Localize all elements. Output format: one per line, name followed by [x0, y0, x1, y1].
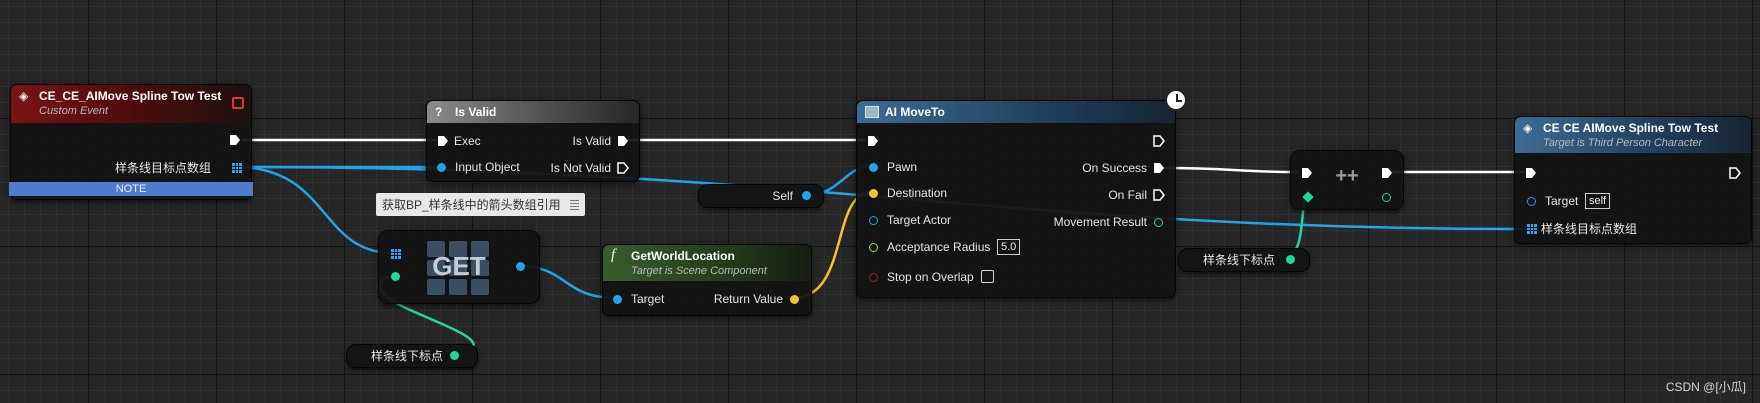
ai-moveto-title: AI MoveTo	[885, 105, 945, 119]
array-pin-icon[interactable]	[232, 163, 242, 173]
target-actor-label: Target Actor	[887, 213, 952, 227]
function-icon: f	[611, 247, 616, 263]
is-valid-header: ? Is Valid	[427, 101, 639, 123]
destination-label: Destination	[887, 186, 948, 200]
self-label: Self	[772, 189, 793, 203]
ce-call-target-field[interactable]: self	[1585, 193, 1611, 209]
ce-call-exec-out[interactable]	[1729, 167, 1741, 179]
gwl-return-label: Return Value	[713, 292, 783, 306]
is-valid-exec-in[interactable]	[437, 135, 449, 147]
array-get-node[interactable]: GET	[378, 230, 540, 304]
ce-call-target-label: Target	[1545, 194, 1579, 208]
get-world-location-subtitle: Target is Scene Component	[631, 265, 767, 277]
is-valid-exec-label: Exec	[454, 134, 481, 148]
on-fail-exec-out[interactable]	[1153, 189, 1165, 201]
delegate-pin[interactable]	[232, 97, 244, 109]
ce-call-array-label: 样条线目标点数组	[1541, 222, 1638, 236]
moveto-exec-in[interactable]	[867, 135, 879, 147]
comment-text: 获取BP_样条线中的箭头数组引用	[382, 198, 561, 212]
custom-event-exec-out[interactable]	[229, 134, 241, 146]
is-not-valid-label: Is Not Valid	[550, 161, 611, 175]
get-index-in-pin[interactable]	[391, 272, 400, 281]
self-node[interactable]: Self	[698, 184, 824, 208]
destination-pin[interactable]	[869, 189, 878, 198]
call-event-icon: ◈	[1523, 121, 1533, 135]
gwl-return-pin[interactable]	[790, 295, 799, 304]
get-world-location-node[interactable]: f GetWorldLocation Target is Scene Compo…	[602, 244, 812, 316]
custom-event-node[interactable]: ◈ CE_CE_AIMove Spline Tow Test Custom Ev…	[9, 84, 253, 200]
comment-pin-icon	[570, 199, 580, 212]
movement-result-label: Movement Result	[1053, 215, 1147, 229]
index-variable-right-pin[interactable]	[1286, 255, 1295, 264]
ce-call-array-pin[interactable]	[1527, 224, 1537, 234]
get-out-pin[interactable]	[516, 262, 525, 271]
self-out-pin[interactable]	[802, 191, 811, 200]
ai-moveto-node[interactable]: AI MoveTo Pawn On Success Destination On…	[856, 89, 1187, 298]
custom-event-subtitle: Custom Event	[39, 105, 109, 117]
is-valid-exec-out[interactable]	[617, 135, 629, 147]
pawn-label: Pawn	[887, 160, 918, 174]
pawn-pin[interactable]	[869, 163, 878, 172]
increment-exec-out[interactable]	[1381, 167, 1393, 179]
index-variable-bottom[interactable]: 样条线下标点	[346, 344, 478, 368]
comment-bubble[interactable]: 获取BP_样条线中的箭头数组引用	[376, 193, 586, 216]
acceptance-radius-label: Acceptance Radius	[887, 240, 991, 254]
index-variable-right[interactable]: 样条线下标点	[1178, 248, 1310, 272]
task-icon	[865, 106, 879, 118]
increment-out-pin[interactable]	[1382, 193, 1391, 202]
movement-result-pin[interactable]	[1154, 218, 1163, 227]
ce-call-header: ◈ CE CE AIMove Spline Tow Test Target is…	[1515, 117, 1751, 153]
moveto-exec-out[interactable]	[1153, 135, 1165, 147]
get-world-location-header: f GetWorldLocation Target is Scene Compo…	[603, 245, 811, 281]
get-array-in-pin[interactable]	[391, 249, 401, 259]
on-success-exec-out[interactable]	[1153, 162, 1165, 174]
custom-event-array-label: 样条线目标点数组	[114, 161, 211, 175]
latent-clock-icon	[1165, 89, 1187, 111]
watermark: CSDN @[小瓜]	[1665, 380, 1746, 394]
acceptance-radius-input[interactable]: 5.0	[997, 239, 1021, 255]
is-not-valid-exec-out[interactable]	[617, 162, 629, 174]
increment-node[interactable]: ++	[1290, 150, 1404, 210]
is-valid-node[interactable]: ? Is Valid Exec Is Valid Input Object Is…	[426, 100, 640, 182]
on-success-label: On Success	[1082, 161, 1147, 175]
is-valid-out-label: Is Valid	[572, 134, 611, 148]
stop-on-overlap-label: Stop on Overlap	[887, 270, 974, 284]
get-world-location-title: GetWorldLocation	[631, 249, 735, 263]
on-fail-label: On Fail	[1108, 188, 1147, 202]
ce-call-node[interactable]: ◈ CE CE AIMove Spline Tow Test Target is…	[1514, 116, 1752, 244]
input-object-label: Input Object	[455, 160, 520, 174]
stop-on-overlap-checkbox[interactable]	[981, 270, 994, 283]
acceptance-radius-pin[interactable]	[869, 243, 878, 252]
target-actor-pin[interactable]	[869, 216, 878, 225]
note-bar[interactable]: NOTE	[9, 182, 253, 196]
ce-call-exec-in[interactable]	[1525, 167, 1537, 179]
gwl-target-label: Target	[631, 292, 665, 306]
index-variable-bottom-label: 样条线下标点	[371, 349, 444, 363]
index-variable-bottom-pin[interactable]	[450, 351, 459, 360]
event-diamond-icon: ◈	[19, 89, 29, 103]
ce-call-subtitle: Target is Third Person Character	[1543, 137, 1703, 149]
custom-event-title: CE_CE_AIMove Spline Tow Test	[39, 89, 222, 103]
gwl-target-pin[interactable]	[613, 295, 622, 304]
ce-call-target-pin[interactable]	[1527, 197, 1536, 206]
ce-call-title: CE CE AIMove Spline Tow Test	[1543, 121, 1719, 135]
index-variable-right-label: 样条线下标点	[1203, 253, 1276, 267]
ai-moveto-header: AI MoveTo	[857, 101, 1175, 123]
stop-on-overlap-pin[interactable]	[869, 273, 878, 282]
is-valid-title: Is Valid	[455, 105, 497, 119]
increment-in-pin[interactable]	[1302, 191, 1314, 203]
question-icon: ?	[435, 105, 443, 119]
get-label: GET	[432, 251, 486, 281]
custom-event-header: ◈ CE_CE_AIMove Spline Tow Test Custom Ev…	[11, 85, 251, 123]
input-object-pin[interactable]	[437, 163, 446, 172]
